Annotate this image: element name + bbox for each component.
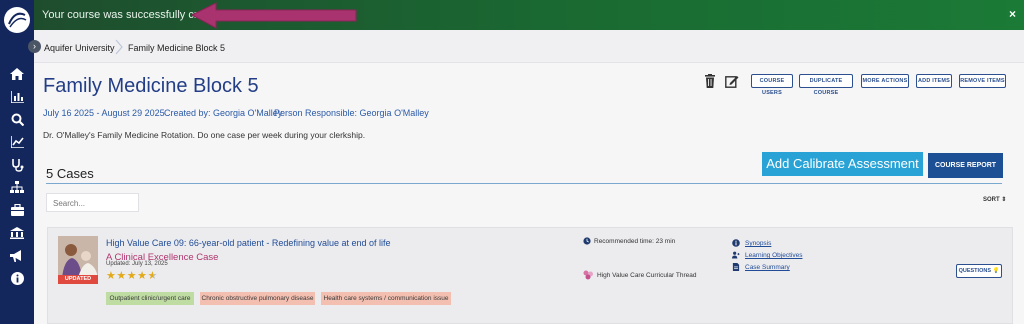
star-rating: ★★★★★	[106, 269, 158, 282]
main-content: Family Medicine Block 5 COURSE USERS DUP…	[34, 63, 1024, 324]
breadcrumb-item-university[interactable]: Aquifer University	[44, 43, 115, 53]
institution-icon[interactable]	[9, 225, 25, 241]
close-icon[interactable]: ×	[1009, 7, 1016, 21]
course-users-button[interactable]: COURSE USERS	[751, 74, 793, 96]
curricular-thread: High Value Care Curricular Thread	[597, 272, 697, 279]
document-icon	[732, 263, 740, 271]
cases-heading: 5 Cases	[46, 166, 94, 181]
course-description: Dr. O'Malley's Family Medicine Rotation.…	[43, 130, 366, 140]
sort-dropdown[interactable]: SORT ⇕	[983, 196, 1006, 203]
star-icon: ★	[137, 270, 148, 282]
person-responsible: Person Responsible: Georgia O'Malley	[274, 108, 429, 118]
thread-icon	[583, 270, 593, 280]
duplicate-course-button[interactable]: DUPLICATE COURSE	[799, 74, 853, 96]
half-star-icon: ★	[147, 270, 158, 282]
tag-condition: Chronic obstructive pulmonary disease	[200, 292, 315, 305]
success-banner: Your course was successfully created. ×	[34, 0, 1024, 30]
stethoscope-icon[interactable]	[9, 157, 25, 173]
recommended-time: Recommended time: 23 min	[594, 238, 676, 245]
briefcase-icon[interactable]	[9, 202, 25, 218]
edit-icon[interactable]	[725, 74, 739, 88]
announcements-icon[interactable]	[9, 248, 25, 264]
breadcrumb: › Aquifer University Family Medicine Blo…	[28, 30, 1024, 63]
case-card[interactable]: UPDATED High Value Care 09: 66-year-old …	[47, 227, 1013, 324]
search-icon[interactable]	[9, 111, 25, 127]
annotation-arrow-icon	[190, 2, 357, 29]
breadcrumb-item-course: Family Medicine Block 5	[128, 43, 226, 53]
sort-label: SORT	[983, 197, 1000, 203]
section-divider	[46, 183, 1002, 184]
collapse-sidebar-icon[interactable]: ›	[28, 40, 41, 53]
home-icon[interactable]	[9, 66, 25, 82]
remove-items-button[interactable]: REMOVE ITEMS	[959, 74, 1006, 88]
tag-topic: Health care systems / communication issu…	[321, 292, 451, 305]
reports-icon[interactable]	[9, 89, 25, 105]
learning-objectives-link[interactable]: Learning Objectives	[745, 252, 802, 259]
logo-icon[interactable]	[4, 7, 30, 33]
more-actions-button[interactable]: MORE ACTIONS	[861, 74, 909, 88]
trash-icon[interactable]	[703, 74, 717, 88]
star-icon: ★	[106, 270, 117, 282]
chevron-right-icon	[115, 39, 123, 55]
synopsis-link[interactable]: Synopsis	[745, 240, 771, 247]
created-by: Created by: Georgia O'Malley	[164, 108, 283, 118]
updated-badge: UPDATED	[58, 275, 98, 284]
clock-icon	[583, 237, 591, 245]
search-input[interactable]: Search...	[46, 193, 139, 212]
add-items-button[interactable]: ADD ITEMS	[916, 74, 952, 88]
tag-setting: Outpatient clinic/urgent care	[106, 292, 194, 305]
course-dates: July 16 2025 - August 29 2025	[43, 108, 165, 118]
sort-icon: ⇕	[1001, 197, 1007, 203]
star-icon: ★	[126, 270, 138, 282]
lightbulb-icon: 💡	[992, 268, 1000, 274]
info-circle-icon	[732, 239, 740, 247]
case-title-link[interactable]: High Value Care 09: 66-year-old patient …	[106, 238, 391, 248]
star-icon: ★	[116, 270, 127, 282]
questions-button[interactable]: QUESTIONS 💡	[956, 264, 1002, 278]
analytics-icon[interactable]	[9, 134, 25, 150]
hierarchy-icon[interactable]	[9, 179, 25, 195]
case-thumbnail	[58, 236, 98, 278]
add-calibrate-assessment-button[interactable]: Add Calibrate Assessment	[762, 152, 923, 176]
case-updated-date: Updated: July 13, 2025	[106, 261, 168, 267]
course-report-button[interactable]: COURSE REPORT	[928, 153, 1003, 178]
questions-label: QUESTIONS	[958, 268, 991, 274]
page-title: Family Medicine Block 5	[43, 75, 259, 97]
info-icon[interactable]	[9, 270, 25, 286]
objectives-icon	[732, 251, 740, 259]
case-summary-link[interactable]: Case Summary	[745, 264, 790, 271]
